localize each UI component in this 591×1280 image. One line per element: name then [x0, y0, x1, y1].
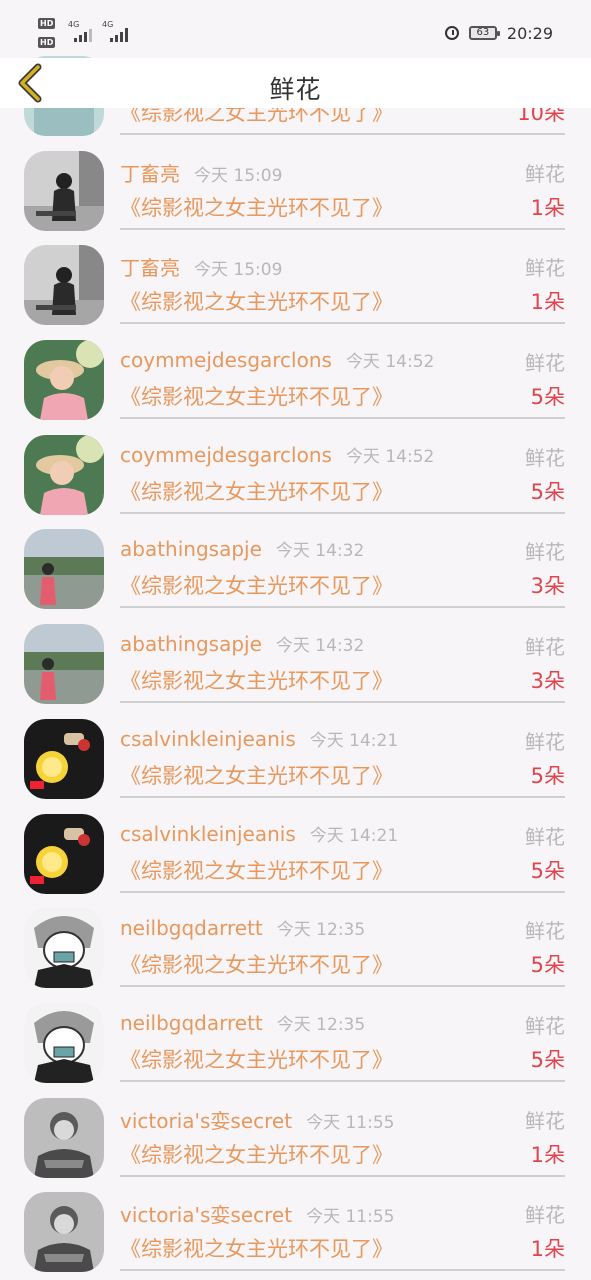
gift-type: 鲜花 — [525, 445, 565, 470]
user-name[interactable]: 丁畜亮 今天 15:09 — [120, 252, 282, 281]
user-name[interactable]: abathingsapje 今天 14:32 — [120, 631, 364, 656]
book-title[interactable]: 《综影视之女主光环不见了》 — [120, 476, 393, 506]
gift-type: 鲜花 — [525, 824, 565, 849]
flower-count: 3朵 — [530, 574, 565, 599]
list-item[interactable]: coymmejdesgarclons 今天 14:52 鲜花《综影视之女主光环不见了… — [0, 419, 591, 515]
gift-time: 今天 14:32 — [275, 541, 365, 562]
list-item[interactable]: victoria's娈secret 今天 11:55 鲜花《综影视之女主光环不见了》… — [0, 1176, 591, 1273]
network-type-2: 4G — [102, 20, 114, 29]
list-item[interactable]: csalvinkleinjeanis 今天 14:21 鲜花《综影视之女主光环不见了… — [0, 798, 591, 894]
book-title[interactable]: 《综影视之女主光环不见了》 — [120, 381, 393, 411]
user-name[interactable]: victoria's娈secret 今天 11:55 — [120, 1199, 394, 1228]
flower-count: 5朵 — [530, 953, 565, 978]
network-type-1: 4G — [68, 20, 80, 29]
gift-type: 鲜花 — [525, 1203, 565, 1228]
gift-time: 今天 14:21 — [309, 825, 399, 846]
list-item[interactable]: neilbgqdarrett 今天 12:35 鲜花《综影视之女主光环不见了》 5朵 — [0, 892, 591, 989]
gift-time: 今天 14:21 — [309, 730, 399, 751]
gift-time: 今天 15:09 — [194, 165, 283, 186]
avatar[interactable] — [24, 245, 104, 326]
avatar[interactable] — [24, 340, 104, 421]
avatar[interactable] — [24, 624, 104, 705]
gift-type: 鲜花 — [525, 256, 565, 281]
user-name[interactable]: 丁畜亮 今天 15:09 — [120, 158, 282, 187]
avatar[interactable] — [24, 1192, 104, 1273]
flower-count: 5朵 — [530, 1047, 565, 1072]
book-title[interactable]: 《综影视之女主光环不见了》 — [120, 665, 393, 695]
user-name[interactable]: csalvinkleinjeanis 今天 14:21 — [120, 821, 398, 846]
flower-count: 5朵 — [530, 385, 565, 410]
gift-time: 今天 12:35 — [276, 920, 366, 941]
avatar[interactable] — [24, 718, 104, 799]
gift-type: 鲜花 — [525, 351, 565, 376]
flower-count: 5朵 — [530, 858, 565, 883]
list-item[interactable]: 丁畜亮 今天 15:09 鲜花《综影视之女主光环不见了》 1朵 — [0, 135, 591, 231]
battery-icon: 63 — [468, 26, 500, 40]
book-title[interactable]: 《综影视之女主光环不见了》 — [120, 1139, 393, 1169]
list-item[interactable]: 丁畜亮 今天 15:09 鲜花《综影视之女主光环不见了》 1朵 — [0, 229, 591, 326]
gift-time: 今天 15:09 — [194, 260, 283, 281]
flower-count: 5朵 — [530, 479, 565, 504]
book-title[interactable]: 《综影视之女主光环不见了》 — [120, 1233, 393, 1263]
user-name[interactable]: coymmejdesgarclons 今天 14:52 — [120, 347, 434, 372]
avatar[interactable] — [24, 529, 104, 610]
hd-badge-1: HD — [38, 18, 56, 29]
book-title[interactable]: 《综影视之女主光环不见了》 — [120, 192, 393, 222]
gift-time: 今天 14:52 — [345, 352, 435, 373]
gift-type: 鲜花 — [525, 540, 565, 565]
gift-type: 鲜花 — [525, 1108, 565, 1133]
user-name[interactable]: neilbgqdarrett 今天 12:35 — [120, 915, 365, 940]
flower-count: 1朵 — [530, 195, 565, 220]
book-title[interactable]: 《综影视之女主光环不见了》 — [120, 570, 393, 600]
avatar[interactable] — [24, 150, 104, 231]
page-title: 鲜花 — [269, 75, 322, 104]
gift-type: 鲜花 — [525, 1013, 565, 1038]
user-name[interactable]: abathingsapje 今天 14:32 — [120, 536, 364, 561]
book-title[interactable]: 《综影视之女主光环不见了》 — [120, 1044, 393, 1074]
book-title[interactable]: 《综影视之女主光环不见了》 — [120, 760, 393, 790]
list-item[interactable]: abathingsapje 今天 14:32 鲜花《综影视之女主光环不见了》 3朵 — [0, 608, 591, 705]
divider — [120, 1269, 565, 1272]
flower-count: 3朵 — [530, 669, 565, 694]
book-title[interactable]: 《综影视之女主光环不见了》 — [120, 286, 393, 316]
book-title[interactable]: 《综影视之女主光环不见了》 — [120, 949, 393, 979]
list-item[interactable]: neilbgqdarrett 今天 12:35 鲜花《综影视之女主光环不见了》 5朵 — [0, 987, 591, 1083]
gift-time: 今天 12:35 — [276, 1014, 366, 1035]
gift-time: 今天 11:55 — [306, 1112, 395, 1133]
gift-time: 今天 11:55 — [306, 1207, 395, 1228]
gift-type: 鲜花 — [525, 919, 565, 944]
avatar[interactable] — [24, 1097, 104, 1178]
user-name[interactable]: csalvinkleinjeanis 今天 14:21 — [120, 726, 398, 751]
flower-count: 1朵 — [530, 1142, 565, 1167]
flower-count: 5朵 — [530, 763, 565, 788]
user-name[interactable]: victoria's娈secret 今天 11:55 — [120, 1105, 394, 1134]
user-name[interactable]: neilbgqdarrett 今天 12:35 — [120, 1010, 365, 1035]
flower-count: 1朵 — [530, 1237, 565, 1262]
list-item[interactable]: victoria's娈secret 今天 11:55 鲜花《综影视之女主光环不见了》… — [0, 1082, 591, 1178]
gift-time: 今天 14:52 — [345, 446, 435, 467]
list-item[interactable]: coymmejdesgarclons 今天 14:52 鲜花《综影视之女主光环不见了… — [0, 324, 591, 421]
flower-count: 1朵 — [530, 290, 565, 315]
list-item[interactable]: csalvinkleinjeanis 今天 14:21 鲜花《综影视之女主光环不见了… — [0, 703, 591, 799]
gift-type: 鲜花 — [525, 729, 565, 754]
flower-gift-list: 《综影视之女主光环不见了》 10朵 丁畜亮 今天 15:09 鲜花 《综影视之女主光环不见… — [0, 40, 591, 1273]
avatar[interactable] — [24, 434, 104, 515]
list-item[interactable]: abathingsapje 今天 14:32 鲜花《综影视之女主光环不见了》 3朵 — [0, 513, 591, 610]
gift-type: 鲜花 — [525, 161, 565, 186]
gift-type: 鲜花 — [525, 635, 565, 660]
nav-bar: 鲜花 — [0, 58, 591, 108]
avatar[interactable] — [24, 1002, 104, 1083]
book-title[interactable]: 《综影视之女主光环不见了》 — [120, 855, 393, 885]
user-name[interactable]: coymmejdesgarclons 今天 14:52 — [120, 442, 434, 467]
gift-time: 今天 14:32 — [275, 636, 365, 657]
avatar[interactable] — [24, 813, 104, 894]
avatar[interactable] — [24, 908, 104, 989]
alarm-icon — [444, 26, 459, 40]
